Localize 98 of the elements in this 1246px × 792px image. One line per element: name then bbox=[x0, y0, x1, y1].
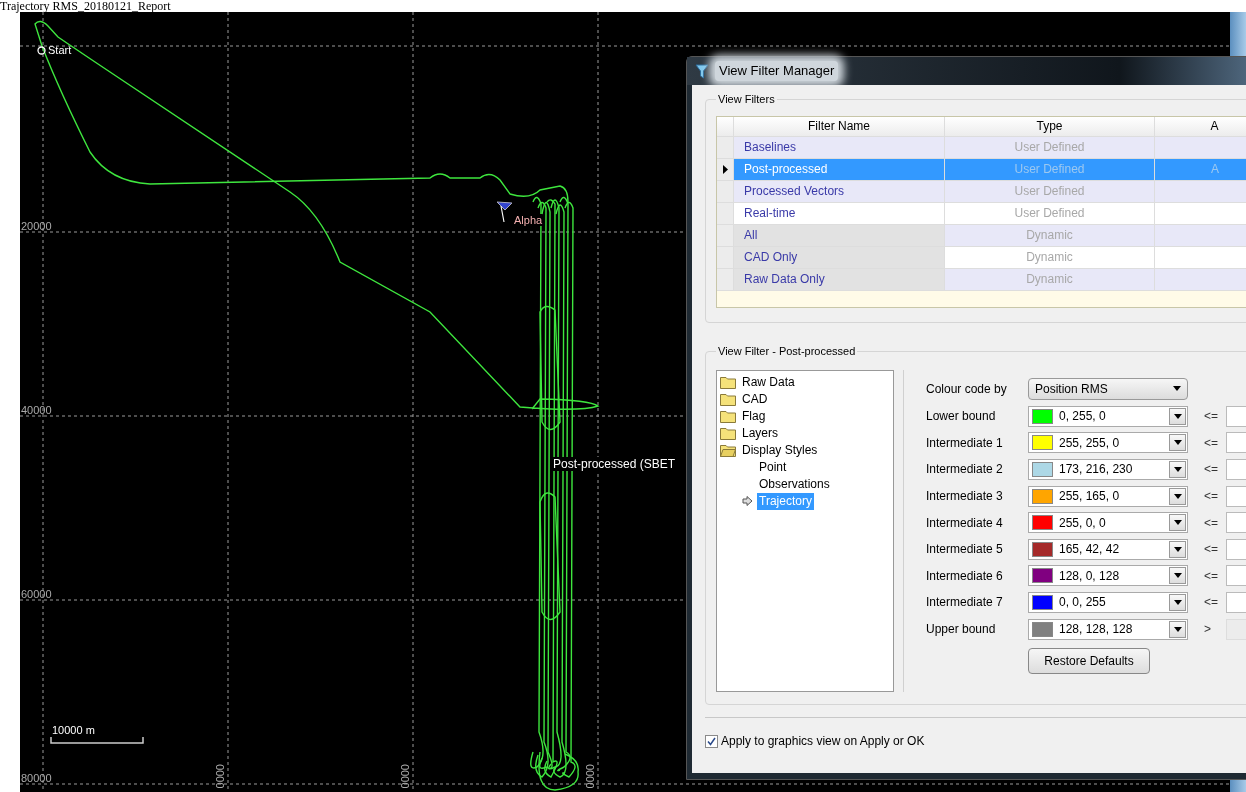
field-label: Intermediate 3 bbox=[926, 488, 1004, 506]
table-cell: User Defined bbox=[945, 136, 1155, 158]
field-label: Intermediate 1 bbox=[926, 434, 1004, 452]
field-label: Colour code by bbox=[926, 380, 1008, 398]
window-title: View Filter Manager bbox=[715, 61, 839, 81]
field-label: Upper bound bbox=[926, 621, 997, 639]
table-row[interactable]: CAD Only Dynamic bbox=[717, 246, 1246, 269]
colour-code-dropdown[interactable]: Position RMS bbox=[1028, 377, 1188, 400]
tree-item[interactable]: Layers bbox=[740, 424, 781, 442]
axis-label: 0000 bbox=[584, 764, 596, 789]
checkbox-label: Apply to graphics view on Apply or OK bbox=[721, 733, 925, 750]
apply-checkbox[interactable] bbox=[705, 734, 718, 748]
colour-dropdown[interactable]: 255, 165, 0 bbox=[1028, 485, 1188, 507]
field-label: Intermediate 4 bbox=[926, 514, 1004, 532]
colour-dropdown[interactable]: 255, 255, 0 bbox=[1028, 432, 1188, 454]
filter-icon bbox=[695, 63, 709, 79]
tree-item[interactable]: Display Styles bbox=[740, 441, 820, 459]
operator-label: > bbox=[1203, 621, 1212, 639]
caret-icon bbox=[1173, 599, 1182, 605]
dropdown-button[interactable] bbox=[1169, 407, 1186, 425]
table-cell: User Defined bbox=[945, 158, 1155, 180]
caret-icon bbox=[1173, 440, 1182, 446]
restore-defaults-button[interactable]: Restore Defaults bbox=[1028, 647, 1150, 674]
caret-icon bbox=[1173, 386, 1181, 391]
table-cell: All bbox=[734, 224, 945, 246]
dropdown-button[interactable] bbox=[1169, 567, 1186, 585]
check-icon bbox=[707, 736, 716, 746]
marker-label: Alpha bbox=[514, 214, 543, 226]
operator-label: <= bbox=[1203, 461, 1219, 479]
table-cell: Dynamic bbox=[945, 268, 1155, 290]
caret-icon bbox=[1173, 413, 1182, 419]
dropdown-button[interactable] bbox=[1169, 487, 1186, 505]
operator-label: <= bbox=[1203, 408, 1219, 426]
colour-dropdown[interactable]: 128, 0, 128 bbox=[1028, 565, 1188, 587]
dropdown-button[interactable] bbox=[1169, 434, 1186, 452]
colour-dropdown[interactable]: 255, 0, 0 bbox=[1028, 512, 1188, 534]
colour-dropdown[interactable]: 0, 255, 0 bbox=[1028, 405, 1188, 427]
column-header[interactable]: Filter Name bbox=[734, 116, 945, 136]
table-cell: Dynamic bbox=[945, 246, 1155, 268]
marker-label: Start bbox=[48, 43, 72, 58]
table-cell-text: A bbox=[1211, 161, 1219, 178]
operator-label: <= bbox=[1203, 488, 1219, 506]
dropdown-button[interactable] bbox=[1169, 620, 1186, 638]
field-label: Intermediate 5 bbox=[926, 541, 1004, 559]
group-label: View Filter - Post-processed bbox=[717, 344, 857, 359]
field-label: Lower bound bbox=[926, 408, 997, 426]
tree-item[interactable]: CAD bbox=[740, 390, 770, 408]
operator-label: <= bbox=[1203, 541, 1219, 559]
table-row[interactable]: All Dynamic bbox=[717, 224, 1246, 247]
caret-icon bbox=[1173, 520, 1182, 526]
field-label: Intermediate 7 bbox=[926, 594, 1004, 612]
axis-label: 80000 bbox=[21, 772, 52, 784]
colour-dropdown[interactable]: 165, 42, 42 bbox=[1028, 538, 1188, 560]
operator-label: <= bbox=[1203, 514, 1219, 532]
axis-label: 60000 bbox=[21, 588, 52, 600]
table-row[interactable]: Real-time User Defined bbox=[717, 202, 1246, 225]
caret-icon bbox=[1173, 467, 1182, 472]
flag-icon bbox=[496, 200, 514, 224]
scale-label: 10000 m bbox=[52, 723, 95, 738]
dropdown-button[interactable] bbox=[1169, 461, 1186, 478]
axis-label: 0000 bbox=[214, 764, 226, 789]
current-row-icon bbox=[722, 164, 728, 174]
trajectory-label: Post-processed (SBET bbox=[553, 457, 676, 471]
tree-item[interactable]: Point bbox=[757, 458, 789, 476]
caret-icon bbox=[1173, 493, 1182, 499]
axis-label: 0000 bbox=[399, 764, 411, 789]
table-cell: User Defined bbox=[945, 202, 1155, 224]
column-header[interactable]: A bbox=[1155, 116, 1246, 136]
caret-icon bbox=[1173, 573, 1182, 579]
tree-item[interactable]: Observations bbox=[757, 475, 832, 493]
group-label: View Filters bbox=[717, 92, 776, 107]
tree-item[interactable]: Flag bbox=[740, 407, 768, 425]
colour-dropdown[interactable]: 0, 0, 255 bbox=[1028, 591, 1188, 613]
operator-label: <= bbox=[1203, 594, 1219, 612]
report-title: Trajectory RMS_20180121_Report bbox=[0, 0, 171, 12]
arrow-icon bbox=[742, 496, 753, 506]
caret-icon bbox=[1173, 626, 1182, 632]
start-marker-icon bbox=[37, 45, 46, 55]
tree-item[interactable]: Raw Data bbox=[740, 373, 797, 391]
operator-label: <= bbox=[1203, 434, 1219, 452]
dropdown-button[interactable] bbox=[1169, 540, 1186, 558]
operator-label: <= bbox=[1203, 567, 1219, 585]
table-cell: CAD Only bbox=[734, 246, 945, 268]
axis-label: 20000 bbox=[21, 220, 52, 232]
colour-dropdown[interactable]: 173, 216, 230 bbox=[1028, 459, 1188, 480]
caret-icon bbox=[1173, 546, 1182, 552]
table-cell: User Defined bbox=[945, 180, 1155, 202]
table-row[interactable]: Raw Data Only Dynamic bbox=[717, 268, 1246, 291]
dropdown-button[interactable] bbox=[1169, 514, 1186, 532]
dropdown-button[interactable] bbox=[1169, 593, 1186, 611]
table-cell: Raw Data Only bbox=[734, 268, 945, 290]
field-label: Intermediate 2 bbox=[926, 461, 1004, 479]
axis-label: 40000 bbox=[21, 404, 52, 416]
table-row[interactable]: Processed Vectors User Defined bbox=[717, 180, 1246, 203]
table-cell: Dynamic bbox=[945, 224, 1155, 246]
field-label: Intermediate 6 bbox=[926, 567, 1004, 585]
table-row[interactable]: Baselines User Defined bbox=[717, 136, 1246, 159]
column-header[interactable]: Type bbox=[945, 116, 1155, 136]
